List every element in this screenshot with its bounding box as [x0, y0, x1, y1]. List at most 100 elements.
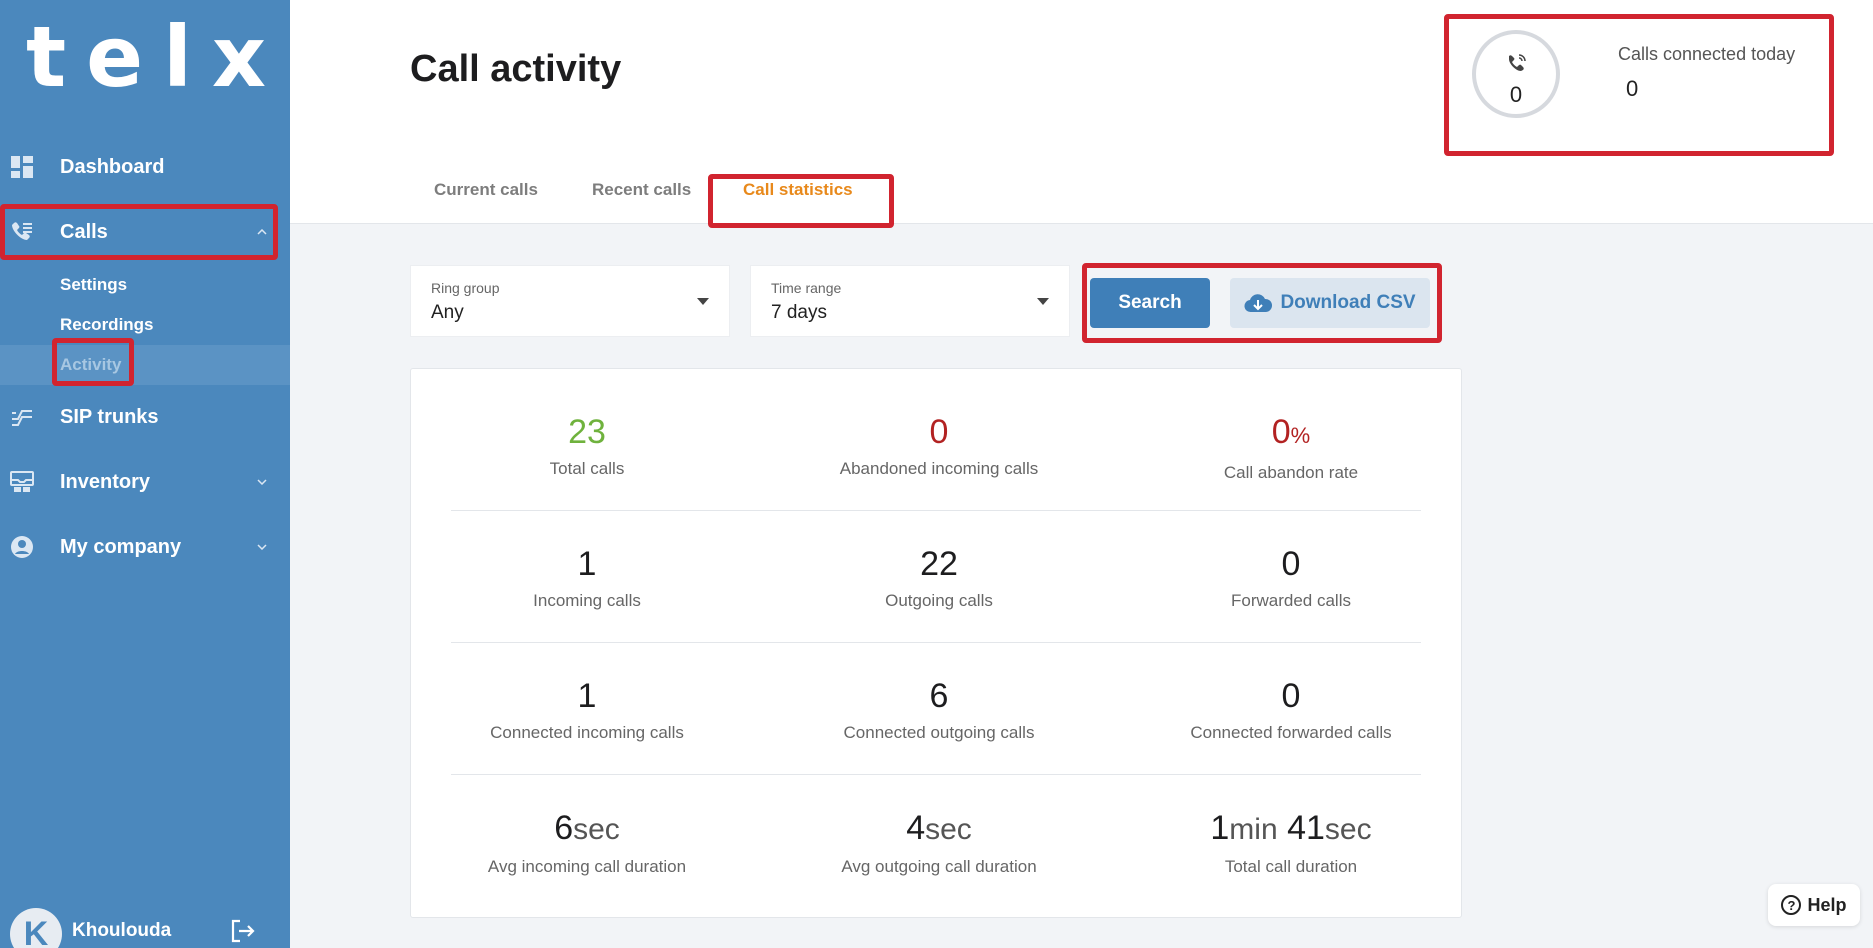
stat-label: Outgoing calls: [885, 591, 993, 610]
stat-abandon-rate: 0% Call abandon rate: [1115, 411, 1467, 483]
avatar[interactable]: K: [10, 908, 62, 948]
stat-value: 22: [920, 545, 958, 583]
stat-value: 1: [577, 677, 597, 715]
stat-value: 0%: [1115, 411, 1467, 457]
inventory-icon: [10, 470, 34, 494]
stat-label: Abandoned incoming calls: [839, 459, 1039, 478]
sidebar-item-label: My company: [60, 535, 182, 558]
tab-current-calls[interactable]: Current calls: [434, 180, 538, 200]
time-range-value: 7 days: [771, 302, 827, 323]
chevron-up-icon: [256, 226, 268, 238]
call-stats-card: 23 Total calls 0 Abandoned incoming call…: [410, 368, 1462, 918]
time-range-label: Time range: [771, 280, 842, 296]
stat-unit: %: [1290, 423, 1311, 448]
dropdown-arrow-icon: [697, 298, 709, 305]
tab-recent-calls[interactable]: Recent calls: [592, 180, 691, 200]
stat-label: Connected incoming calls: [490, 723, 684, 742]
stat-connected-incoming: 1 Connected incoming calls: [411, 675, 763, 743]
ring-group-label: Ring group: [431, 280, 500, 296]
phone-list-icon: [10, 220, 34, 244]
stat-abandoned-incoming: 0 Abandoned incoming calls: [763, 411, 1115, 479]
time-range-select[interactable]: Time range 7 days: [750, 265, 1070, 337]
sidebar-subitem-label: Recordings: [60, 315, 154, 334]
dashboard-icon: [10, 155, 34, 179]
stat-label: Forwarded calls: [1231, 591, 1351, 610]
ring-group-select[interactable]: Ring group Any: [410, 265, 730, 337]
ring-group-value: Any: [431, 302, 464, 323]
stat-avg-outgoing-duration: 4sec Avg outgoing call duration: [763, 807, 1115, 877]
stat-unit: sec: [925, 813, 972, 846]
stat-connected-outgoing: 6 Connected outgoing calls: [763, 675, 1115, 743]
stat-number: 4: [906, 809, 926, 847]
sidebar-item-sip-trunks[interactable]: SIP trunks: [0, 392, 290, 442]
stat-label: Connected outgoing calls: [843, 723, 1035, 742]
calls-connected-today-widget: 0 Calls connected today 0: [1448, 14, 1833, 154]
divider: [451, 642, 1421, 643]
cloud-download-icon: [1244, 292, 1273, 314]
stat-number: 6: [554, 809, 574, 847]
sidebar-item-inventory[interactable]: Inventory: [0, 457, 290, 507]
today-count: 0: [1509, 82, 1523, 107]
stat-value: 0: [929, 413, 949, 451]
telxi-logo[interactable]: telxi: [26, 12, 335, 102]
user-name: Khoulouda: [72, 920, 172, 941]
stat-value: 1min 41sec: [1115, 807, 1467, 851]
sidebar-item-calls[interactable]: Calls: [0, 207, 290, 257]
tab-call-statistics[interactable]: Call statistics: [743, 180, 853, 200]
divider: [451, 774, 1421, 775]
stat-label: Connected forwarded calls: [1190, 723, 1392, 742]
stat-value: 23: [568, 413, 606, 451]
stat-value: 0: [1281, 545, 1301, 583]
stat-value: 6: [929, 677, 949, 715]
divider: [451, 510, 1421, 511]
stat-value: 0: [1281, 677, 1301, 715]
stat-unit: min: [1229, 813, 1278, 846]
today-label: Calls connected today: [1618, 44, 1796, 64]
account-icon: [10, 535, 34, 559]
stat-label: Total call duration: [1224, 857, 1358, 876]
sidebar-subitem-label: Activity: [60, 355, 122, 374]
stat-label: Avg incoming call duration: [487, 857, 687, 876]
search-button[interactable]: Search: [1090, 278, 1210, 328]
stat-number: 41: [1287, 809, 1325, 847]
sidebar-subitem-recordings[interactable]: Recordings: [0, 305, 290, 345]
stat-connected-forwarded: 0 Connected forwarded calls: [1115, 675, 1467, 743]
sip-trunks-icon: [10, 405, 34, 429]
stat-number: 0: [1271, 413, 1291, 451]
logout-icon[interactable]: [230, 918, 258, 946]
stat-unit: sec: [573, 813, 620, 846]
stat-label: Call abandon rate: [1223, 463, 1359, 482]
sidebar-subitem-activity[interactable]: Activity: [0, 345, 290, 385]
page-title: Call activity: [410, 48, 622, 90]
today-ring: 0: [1472, 30, 1560, 118]
stat-value: 6sec: [411, 807, 763, 851]
user-row: K Khoulouda: [0, 900, 290, 948]
stat-label: Incoming calls: [533, 591, 641, 610]
today-value: 0: [1626, 76, 1639, 101]
phone-ringing-icon: [1506, 52, 1528, 74]
stat-total-calls: 23 Total calls: [411, 411, 763, 479]
dropdown-arrow-icon: [1037, 298, 1049, 305]
sidebar-item-label: SIP trunks: [60, 405, 159, 428]
sidebar-item-dashboard[interactable]: Dashboard: [0, 142, 290, 192]
chevron-down-icon: [256, 541, 268, 553]
stat-number: 1: [1210, 809, 1230, 847]
stat-outgoing-calls: 22 Outgoing calls: [763, 543, 1115, 611]
sidebar-subitem-settings[interactable]: Settings: [0, 265, 290, 305]
chevron-down-icon: [256, 476, 268, 488]
sidebar: telxi Dashboard Calls Settings Recording…: [0, 0, 315, 948]
download-csv-button[interactable]: Download CSV: [1230, 278, 1430, 328]
sidebar-item-label: Dashboard: [60, 155, 165, 178]
stat-avg-incoming-duration: 6sec Avg incoming call duration: [411, 807, 763, 877]
sidebar-item-label: Calls: [60, 220, 108, 243]
stat-label: Avg outgoing call duration: [841, 857, 1037, 876]
sidebar-item-my-company[interactable]: My company: [0, 522, 290, 572]
stat-unit: sec: [1324, 813, 1372, 846]
stat-value: 4sec: [763, 807, 1115, 851]
stat-label: Total calls: [549, 459, 625, 478]
question-icon: ?: [1781, 895, 1802, 915]
stat-incoming-calls: 1 Incoming calls: [411, 543, 763, 611]
download-csv-label: Download CSV: [1280, 292, 1416, 313]
help-button[interactable]: ? Help: [1768, 884, 1860, 926]
stat-total-call-duration: 1min 41sec Total call duration: [1115, 807, 1467, 877]
